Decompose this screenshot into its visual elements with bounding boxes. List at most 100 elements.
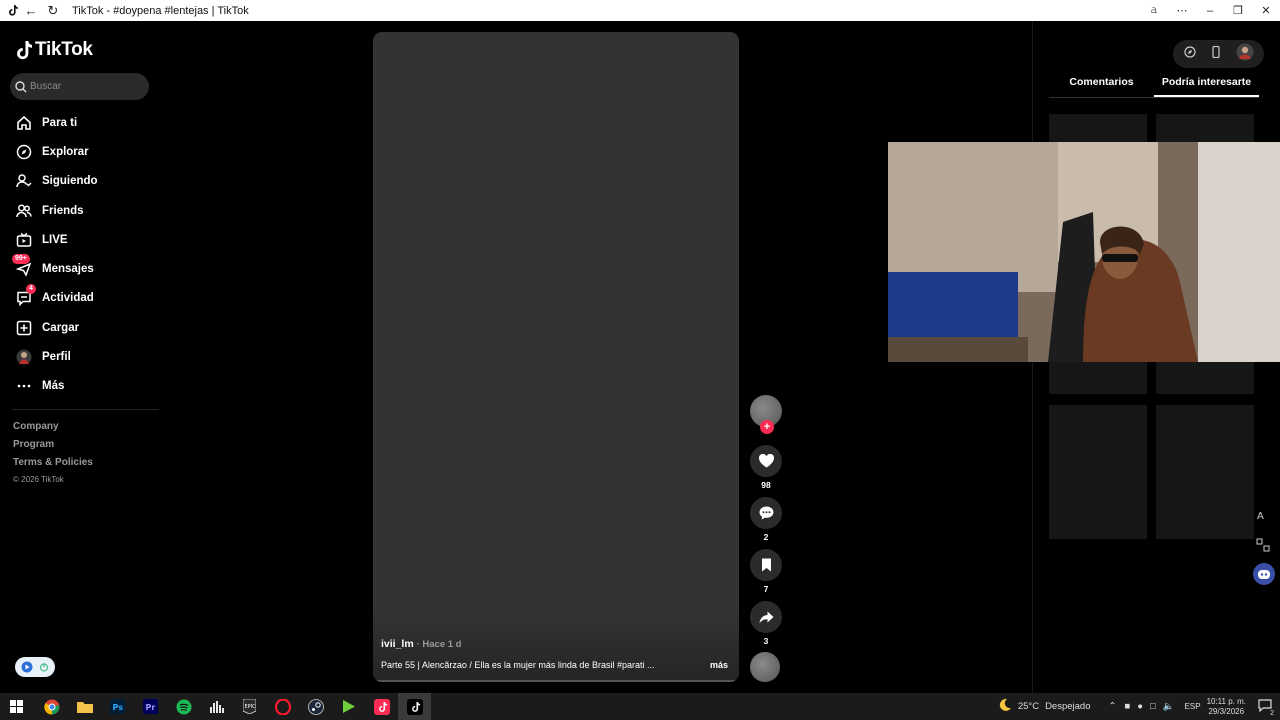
video-player[interactable]: ivii_lm · Hace 1 d Parte 55 | Alencãrzao… xyxy=(373,32,739,682)
premiere-icon[interactable]: Pr xyxy=(134,693,167,720)
file-explorer-icon[interactable] xyxy=(68,693,101,720)
minimize-button[interactable]: – xyxy=(1196,5,1224,17)
extension-icon xyxy=(21,661,33,673)
translate-float-icon[interactable]: A xyxy=(1253,505,1273,525)
mic-icon[interactable]: ● xyxy=(1137,701,1143,712)
sidebar-item-mas[interactable]: Más xyxy=(0,372,160,401)
compass-icon[interactable] xyxy=(1183,45,1196,63)
tiktok-app-icon[interactable] xyxy=(398,693,431,720)
follow-button[interactable]: + xyxy=(760,420,774,434)
scan-float-icon[interactable] xyxy=(1253,535,1273,555)
sidebar-item-perfil[interactable]: Perfil xyxy=(0,342,160,371)
start-button[interactable] xyxy=(0,693,33,720)
svg-text:EPIC: EPIC xyxy=(245,704,257,710)
tiktok-pink-app-icon[interactable] xyxy=(365,693,398,720)
audio-app-icon[interactable] xyxy=(200,693,233,720)
sidebar-item-label: Para ti xyxy=(42,116,78,129)
footer-link-program[interactable]: Program xyxy=(13,439,93,457)
volume-icon[interactable]: 🔈 xyxy=(1163,701,1175,712)
sidebar-item-live[interactable]: LIVE xyxy=(0,225,160,254)
webcam-overlay xyxy=(888,142,1280,362)
sidebar-item-actividad[interactable]: 4 Actividad xyxy=(0,284,160,313)
opera-icon[interactable] xyxy=(266,693,299,720)
video-author[interactable]: ivii_lm · Hace 1 d xyxy=(381,638,462,650)
extension-toggle[interactable] xyxy=(15,657,55,677)
sidebar-item-para-ti[interactable]: Para ti xyxy=(0,108,160,137)
share-button[interactable] xyxy=(750,601,782,633)
comment-count: 2 xyxy=(763,532,769,542)
tiktok-logo-icon xyxy=(17,40,32,59)
footer-link-terms[interactable]: Terms & Policies xyxy=(13,457,93,475)
translate-icon[interactable]: 𝚊 xyxy=(1140,4,1168,17)
photoshop-icon[interactable]: Ps xyxy=(101,693,134,720)
spotify-icon[interactable] xyxy=(167,693,200,720)
video-description: Parte 55 | Alencãrzao / Ella es la mujer… xyxy=(381,660,655,670)
steam-icon[interactable] xyxy=(299,693,332,720)
activity-icon: 4 xyxy=(15,284,36,307)
play-app-icon[interactable] xyxy=(332,693,365,720)
author-username[interactable]: ivii_lm xyxy=(381,638,414,650)
bookmark-icon xyxy=(761,558,771,572)
sidebar-item-friends[interactable]: Friends xyxy=(0,196,160,225)
sidebar-item-label: Mensajes xyxy=(42,263,94,276)
weather-text[interactable]: Despejado xyxy=(1045,701,1090,712)
more-icon xyxy=(15,377,33,395)
suggested-video-tile[interactable] xyxy=(1156,114,1254,142)
suggested-video-tile[interactable] xyxy=(1049,362,1147,394)
suggested-video-tile[interactable] xyxy=(1049,405,1147,539)
sidebar-item-mensajes[interactable]: 99+ Mensajes xyxy=(0,254,160,283)
sidebar-item-label: Siguiendo xyxy=(42,175,98,188)
phone-icon[interactable] xyxy=(1211,45,1221,63)
suggested-video-tile[interactable] xyxy=(1156,405,1254,539)
clock[interactable]: 10:11 p. m. 29/3/2026 xyxy=(1207,697,1246,717)
chrome-app-icon[interactable] xyxy=(35,693,68,720)
footer-link-company[interactable]: Company xyxy=(13,421,93,439)
search-input[interactable]: Buscar xyxy=(10,73,149,100)
notifications-icon[interactable]: 2 xyxy=(1258,698,1274,717)
tray-chevron-icon[interactable]: ⌃ xyxy=(1108,701,1116,712)
tab-comentarios[interactable]: Comentarios xyxy=(1049,76,1154,97)
video-progress-bar[interactable] xyxy=(373,680,739,682)
sidebar-item-label: Perfil xyxy=(42,351,71,364)
sidebar-item-cargar[interactable]: Cargar xyxy=(0,313,160,342)
search-icon xyxy=(15,80,27,92)
music-disc-avatar[interactable] xyxy=(750,652,780,682)
post-time: · Hace 1 d xyxy=(416,639,462,650)
upload-icon xyxy=(15,319,33,337)
sidebar-item-label: Actividad xyxy=(42,292,94,305)
back-button[interactable]: ← xyxy=(20,3,42,18)
clock-date: 29/3/2026 xyxy=(1208,706,1245,716)
save-count: 7 xyxy=(763,584,769,594)
epic-games-icon[interactable]: EPIC xyxy=(233,693,266,720)
sidebar-item-explorar[interactable]: Explorar xyxy=(0,137,160,166)
refresh-button[interactable]: ↻ xyxy=(42,3,64,19)
main-nav: Para ti Explorar Siguiendo Friends LIVE … xyxy=(0,108,160,401)
assistant-float-icon[interactable] xyxy=(1253,563,1275,585)
moon-icon xyxy=(998,698,1012,715)
suggested-video-tile[interactable] xyxy=(1049,114,1147,142)
tab-podria-interesarte[interactable]: Podría interesarte xyxy=(1154,76,1259,97)
sidebar-item-label: Más xyxy=(42,380,65,393)
search-placeholder: Buscar xyxy=(30,81,62,92)
language-indicator[interactable]: ESP xyxy=(1185,702,1201,711)
like-button[interactable] xyxy=(750,445,782,477)
like-action: 98 xyxy=(750,445,782,490)
usb-icon[interactable]: ■ xyxy=(1124,701,1130,712)
system-tray: 25°C Despejado ⌃ ■ ● □ 🔈 ESP 10:11 p. m.… xyxy=(998,693,1280,720)
sidebar-item-siguiendo[interactable]: Siguiendo xyxy=(0,167,160,196)
save-button[interactable] xyxy=(750,549,782,581)
comment-button[interactable] xyxy=(750,497,782,529)
tiktok-logo[interactable]: TikTok xyxy=(15,39,93,61)
comment-icon xyxy=(759,506,773,520)
more-options-icon[interactable]: ⋯ xyxy=(1168,4,1196,17)
profile-avatar[interactable] xyxy=(1236,43,1254,66)
more-link[interactable]: más xyxy=(710,660,728,670)
webcam-scene xyxy=(888,142,1280,362)
share-count: 3 xyxy=(763,636,769,646)
weather-temp[interactable]: 25°C xyxy=(1018,701,1039,712)
maximize-button[interactable]: ❐ xyxy=(1224,4,1252,17)
network-icon[interactable]: □ xyxy=(1150,701,1156,712)
close-button[interactable]: ✕ xyxy=(1252,4,1280,17)
suggested-video-tile[interactable] xyxy=(1156,362,1254,394)
like-count: 98 xyxy=(761,480,771,490)
